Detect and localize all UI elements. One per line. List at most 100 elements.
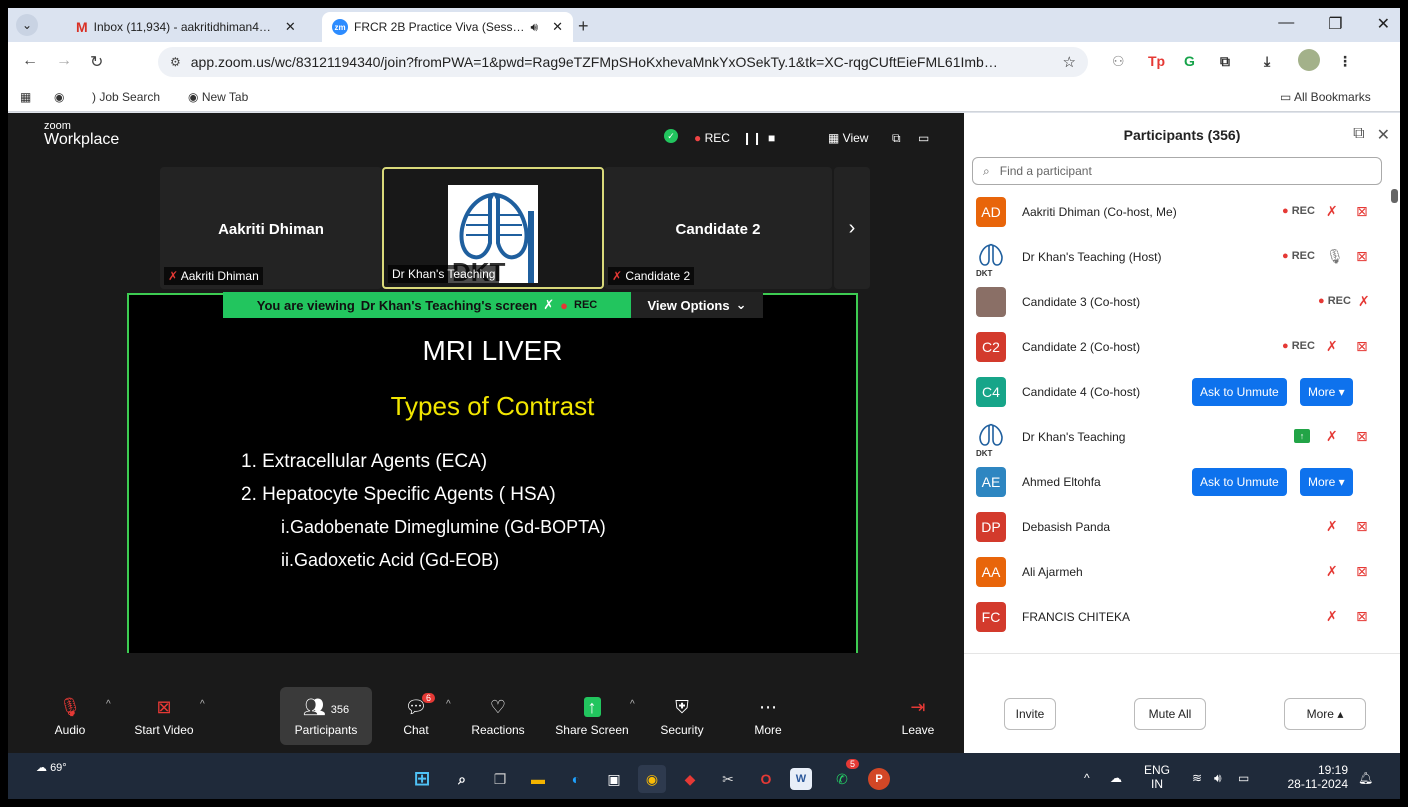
close-panel-icon[interactable]: ✕ (1377, 125, 1390, 145)
search-input[interactable]: ⌕ Find a participant (972, 157, 1382, 185)
restore-icon[interactable]: ❐ (1328, 14, 1342, 34)
mute-all-button[interactable]: Mute All (1134, 698, 1206, 730)
back-arrow-icon[interactable]: ← (22, 52, 38, 70)
audio-caret-icon[interactable]: ^ (106, 699, 111, 710)
volume-icon[interactable]: 🔊︎ (1214, 771, 1222, 785)
avatar: C4 (976, 377, 1006, 407)
reload-icon[interactable]: ↻ (90, 52, 103, 72)
pop-out-icon[interactable]: ⧉ (1353, 125, 1364, 145)
chat-button[interactable]: 💬︎ Chat (372, 653, 460, 737)
tab-gmail[interactable]: M Inbox (11,934) - aakritidhiman4… ✕ (66, 12, 306, 42)
chat-caret-icon[interactable]: ^ (446, 699, 451, 710)
extension-grammarly-icon[interactable]: G (1184, 53, 1195, 69)
avatar: DKT (976, 422, 1006, 458)
windows-start-icon[interactable]: ⊞ (408, 765, 436, 793)
share-screen-button[interactable]: ↑ Share Screen (548, 653, 636, 737)
participant-more-button[interactable]: More ▾ (1300, 468, 1353, 496)
zoom-meeting-area: zoom Workplace ✓ ● REC ❙❙ ■ ▦ View ⧉ ▭ A… (8, 113, 964, 753)
video-tile-aakriti[interactable]: Aakriti Dhiman ✗ Aakriti Dhiman (160, 167, 382, 289)
participant-row[interactable]: DP Debasish Panda ✗ ⊠ (964, 504, 1400, 549)
search-icon: ⌕ (983, 163, 990, 178)
battery-icon[interactable]: ▭ (1238, 771, 1249, 785)
participant-row[interactable]: DKT Dr Khan's Teaching (Host) ● REC 🎙︎ ⊠ (964, 234, 1400, 279)
video-caret-icon[interactable]: ^ (200, 699, 205, 710)
participant-row[interactable]: FC FRANCIS CHITEKA ✗ ⊠ (964, 594, 1400, 639)
leave-button[interactable]: ⇥ Leave (874, 653, 962, 737)
minimize-icon[interactable]: — (1278, 14, 1294, 34)
more-button[interactable]: ⋯ More (724, 653, 812, 737)
view-button[interactable]: ▦ View (828, 131, 868, 145)
pause-recording-icon[interactable]: ❙❙ (742, 131, 762, 145)
site-info-icon[interactable]: ⚙ (170, 55, 181, 69)
snipping-icon[interactable]: ✂ (714, 765, 742, 793)
fullscreen-icon[interactable]: ▭ (918, 131, 929, 145)
apps-grid-icon[interactable]: ▦ (20, 90, 31, 104)
view-options-button[interactable]: View Options ⌄ (631, 292, 763, 318)
bookmark-job-search[interactable]: ) Job Search (92, 90, 160, 104)
close-icon[interactable]: ✕ (552, 19, 563, 35)
file-explorer-icon[interactable]: ▬ (524, 765, 552, 793)
tray-chevron-icon[interactable]: ^ (1084, 771, 1090, 785)
forward-arrow-icon[interactable]: → (56, 52, 72, 70)
word-icon[interactable]: W (790, 768, 812, 790)
stop-recording-icon[interactable]: ■ (768, 131, 775, 145)
new-tab-button[interactable]: + (578, 16, 589, 37)
menu-dots-icon[interactable]: ⋮ (1338, 53, 1352, 70)
participant-row[interactable]: C2 Candidate 2 (Co-host) ● REC ✗ ⊠ (964, 324, 1400, 369)
participant-row[interactable]: C4 Candidate 4 (Co-host) Ask to Unmute More… (964, 369, 1400, 414)
onedrive-icon[interactable]: ☁ (1110, 771, 1122, 785)
bookmark-new-tab[interactable]: ◉ New Tab (188, 90, 248, 104)
globe-icon[interactable]: ◉ (54, 90, 64, 104)
store-icon[interactable]: ▣ (600, 765, 628, 793)
tab-zoom[interactable]: zm FRCR 2B Practice Viva (Sess… 🔊︎ ✕ (322, 12, 573, 42)
edge-icon[interactable]: ◐ (562, 765, 590, 793)
audio-button[interactable]: 🎙︎ Audio (26, 653, 114, 737)
recording-indicator: ● REC (1282, 340, 1315, 352)
share-caret-icon[interactable]: ^ (630, 699, 635, 710)
participant-name: Aakriti Dhiman (Co-host, Me) (1022, 205, 1177, 219)
next-page-arrow-icon[interactable]: › (834, 167, 870, 289)
extensions-puzzle-icon[interactable]: ⧉ (1220, 53, 1230, 70)
extension-tp-icon[interactable]: Tp (1148, 53, 1165, 69)
participant-row[interactable]: AD Aakriti Dhiman (Co-host, Me) ● REC ✗ ⊠ (964, 189, 1400, 234)
search-icon[interactable]: ⌕ (448, 765, 476, 793)
video-tile-candidate-2[interactable]: Candidate 2 ✗ Candidate 2 (604, 167, 832, 289)
weather-widget[interactable]: ☁ 69° (36, 761, 67, 774)
ask-to-unmute-button[interactable]: Ask to Unmute (1192, 378, 1287, 406)
clock[interactable]: 19:19 28-11-2024 (1276, 763, 1349, 791)
language-indicator[interactable]: ENG IN (1144, 763, 1170, 791)
avatar: C2 (976, 332, 1006, 362)
close-window-icon[interactable]: ✕ (1377, 14, 1390, 34)
close-icon[interactable]: ✕ (285, 19, 296, 35)
notification-bell-icon[interactable]: 🔔︎ (1358, 771, 1373, 785)
participant-row[interactable]: Candidate 3 (Co-host) ● REC ✗ (964, 279, 1400, 324)
bookmark-star-icon[interactable]: ☆ (1063, 53, 1076, 71)
video-tile-dr-khan[interactable]: DKT Dr Khan's Teaching (382, 167, 604, 289)
opera-icon[interactable]: O (752, 765, 780, 793)
wifi-icon[interactable]: ≋ (1192, 771, 1202, 785)
reactions-button[interactable]: ♡ Reactions (454, 653, 542, 737)
viewing-banner: You are viewing Dr Khan's Teaching's scr… (223, 292, 631, 318)
security-button[interactable]: ⛨ Security (638, 653, 726, 737)
extension-icon[interactable]: ⚇ (1112, 53, 1125, 70)
task-view-icon[interactable]: ❐ (486, 765, 514, 793)
participant-row[interactable]: AA Ali Ajarmeh ✗ ⊠ (964, 549, 1400, 594)
gallery-icon[interactable]: ⧉ (892, 131, 901, 146)
download-icon[interactable]: ⤓ (1264, 53, 1270, 70)
ask-to-unmute-button[interactable]: Ask to Unmute (1192, 468, 1287, 496)
participant-more-button[interactable]: More ▾ (1300, 378, 1353, 406)
participants-button[interactable]: 👥︎ 356 Participants (280, 687, 372, 745)
mcafee-icon[interactable]: ◆ (676, 765, 704, 793)
more-footer-button[interactable]: More ▴ (1284, 698, 1366, 730)
start-video-button[interactable]: ⊠ Start Video (120, 653, 208, 737)
chrome-icon[interactable]: ◉ (638, 765, 666, 793)
powerpoint-icon[interactable]: P (868, 768, 890, 790)
whatsapp-icon[interactable]: ✆ (828, 765, 856, 793)
address-bar[interactable]: ⚙ app.zoom.us/wc/83121194340/join?fromPW… (158, 47, 1088, 77)
invite-button[interactable]: Invite (1004, 698, 1056, 730)
participant-row[interactable]: DKT Dr Khan's Teaching ↑ ✗ ⊠ (964, 414, 1400, 459)
profile-avatar[interactable] (1298, 49, 1320, 71)
participant-row[interactable]: AE Ahmed Eltohfa Ask to Unmute More ▾ (964, 459, 1400, 504)
tab-search-chevron-icon[interactable]: ⌄ (16, 14, 38, 36)
all-bookmarks[interactable]: ▭ All Bookmarks (1280, 90, 1371, 104)
